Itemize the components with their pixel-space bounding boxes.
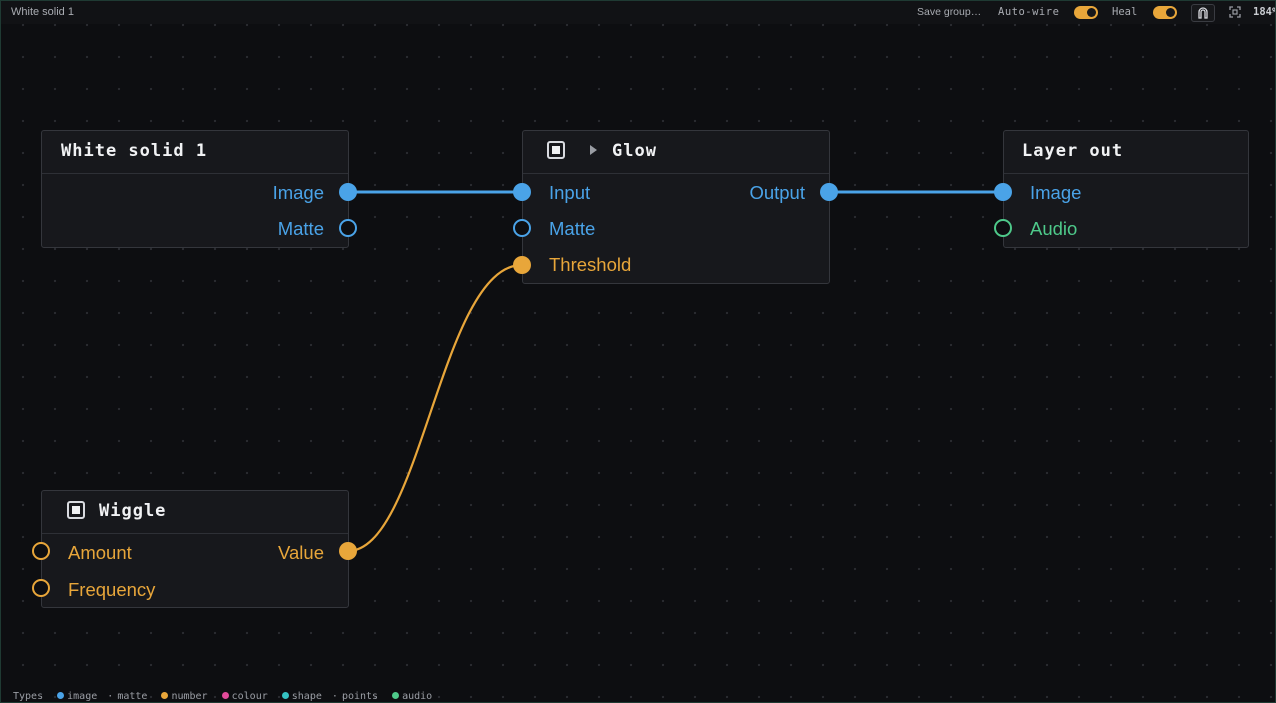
- node-header[interactable]: Layer out: [1004, 131, 1248, 174]
- input-port-threshold[interactable]: [513, 256, 531, 274]
- legend-dot-image: [57, 692, 65, 699]
- legend-image: image: [67, 691, 98, 702]
- port-label-image: Image: [272, 182, 324, 203]
- node-header[interactable]: Glow: [523, 131, 829, 174]
- legend-separator: ·: [107, 691, 114, 702]
- node-title: Layer out: [1022, 141, 1124, 161]
- enable-checkbox-icon[interactable]: [547, 141, 565, 159]
- enable-checkbox-icon[interactable]: [67, 501, 85, 519]
- port-label-threshold: Threshold: [549, 254, 632, 275]
- expand-caret-icon[interactable]: [590, 145, 597, 155]
- port-label-audio: Audio: [1030, 218, 1078, 239]
- legend-separator: ·: [331, 691, 338, 702]
- input-port-input[interactable]: [513, 183, 531, 201]
- legend-number: number: [171, 691, 208, 702]
- legend-dot-audio: [392, 692, 400, 699]
- node-white-solid[interactable]: White solid 1 Image Matte: [41, 130, 349, 248]
- port-label-image: Image: [1030, 182, 1082, 203]
- output-port-output[interactable]: [820, 183, 838, 201]
- port-label-input: Input: [549, 182, 591, 203]
- port-label-output: Output: [749, 182, 805, 203]
- port-label-amount: Amount: [68, 542, 132, 563]
- legend-matte: matte: [117, 691, 148, 702]
- legend-dot-colour: [221, 692, 229, 699]
- legend-dot-shape: [281, 692, 289, 699]
- legend-dot-number: [161, 692, 169, 699]
- port-label-matte: Matte: [549, 218, 596, 239]
- input-port-image[interactable]: [994, 183, 1012, 201]
- type-legend: Types image · matte number colour shape ·…: [13, 691, 432, 702]
- node-header[interactable]: Wiggle: [42, 491, 348, 534]
- output-port-matte[interactable]: [339, 219, 357, 237]
- node-editor-canvas[interactable]: White solid 1 Save group… Auto-wire Heal…: [0, 0, 1276, 703]
- input-port-audio[interactable]: [994, 219, 1012, 237]
- node-glow[interactable]: Glow Input Matte Threshold Output: [522, 130, 830, 284]
- input-port-frequency[interactable]: [32, 579, 50, 597]
- legend-audio: audio: [402, 691, 433, 702]
- port-label-matte: Matte: [277, 218, 324, 239]
- legend-points: points: [341, 691, 379, 702]
- input-port-amount[interactable]: [32, 542, 50, 560]
- node-header[interactable]: White solid 1: [42, 131, 348, 174]
- legend-colour: colour: [231, 691, 268, 702]
- legend-shape: shape: [291, 691, 322, 702]
- port-label-value: Value: [278, 542, 324, 563]
- node-title: White solid 1: [61, 141, 208, 161]
- legend-title: Types: [13, 691, 44, 702]
- input-port-matte[interactable]: [513, 219, 531, 237]
- output-port-image[interactable]: [339, 183, 357, 201]
- node-title: Wiggle: [99, 501, 167, 521]
- node-title: Glow: [612, 141, 657, 161]
- node-wiggle[interactable]: Wiggle Amount Frequency Value: [41, 490, 349, 608]
- wire-value-to-threshold: [347, 263, 523, 553]
- output-port-value[interactable]: [339, 542, 357, 560]
- node-layer-out[interactable]: Layer out Image Audio: [1003, 130, 1249, 248]
- port-label-frequency: Frequency: [68, 579, 156, 600]
